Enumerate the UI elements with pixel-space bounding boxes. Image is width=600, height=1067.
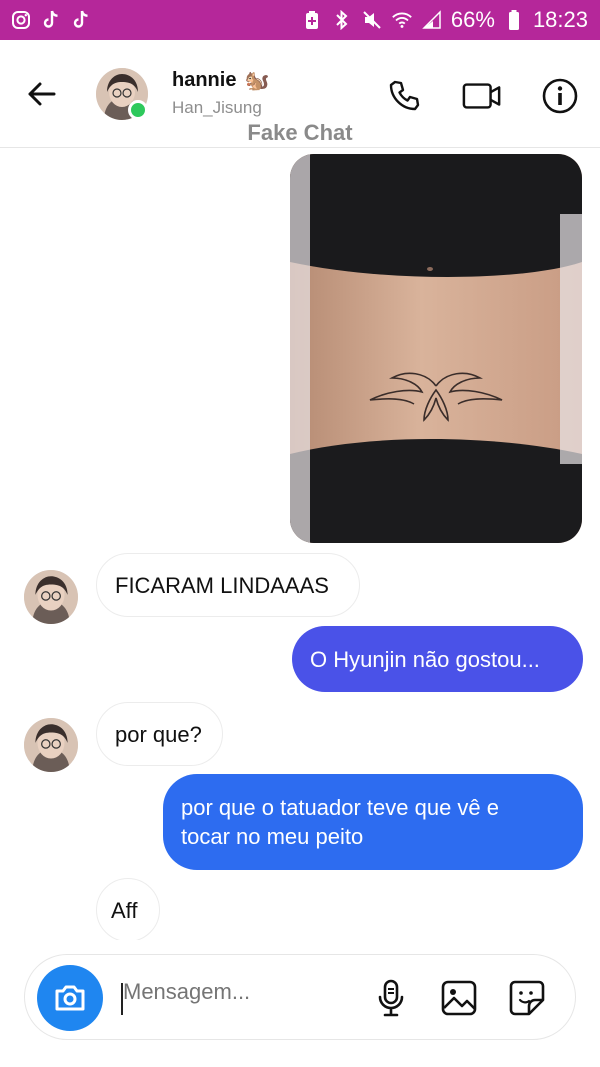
call-button[interactable]: [384, 76, 424, 116]
message-text: por que?: [115, 721, 202, 747]
sticker-button[interactable]: [507, 977, 547, 1019]
incoming-message[interactable]: Aff: [96, 878, 160, 940]
tattoo-photo: [290, 154, 582, 543]
online-indicator: [128, 100, 148, 120]
info-icon: [542, 78, 578, 114]
incoming-message[interactable]: FICARAM LINDAAAS: [96, 553, 360, 617]
sticker-icon: [509, 980, 545, 1016]
video-call-button[interactable]: [462, 76, 502, 116]
clock: 18:23: [532, 7, 588, 32]
contact-handle: Han_Jisung: [172, 98, 262, 117]
mute-icon: [361, 9, 383, 31]
incoming-message[interactable]: por que?: [96, 702, 223, 766]
instagram-icon: [10, 9, 32, 31]
squirrel-emoji: 🐿️: [244, 70, 270, 92]
message-text-line: por que o tatuador teve que vê e: [181, 795, 500, 820]
battery-percent: 66%: [450, 7, 495, 32]
camera-icon: [55, 985, 85, 1011]
chat-screen: 66% 18:23 hannie 🐿️ Han_Jisung Fake Chat: [0, 0, 600, 1067]
back-arrow-icon: [28, 82, 56, 106]
microphone-icon: [378, 979, 404, 1017]
chat-header: hannie 🐿️ Han_Jisung Fake Chat: [0, 40, 600, 148]
battery-saver-icon: [301, 9, 323, 31]
info-button[interactable]: [540, 76, 580, 116]
phone-icon: [389, 80, 420, 111]
image-message[interactable]: [290, 154, 582, 543]
gallery-button[interactable]: [439, 977, 479, 1019]
signal-icon: [421, 9, 443, 31]
outgoing-message[interactable]: por que o tatuador teve que vê e tocar n…: [163, 774, 583, 870]
tiktok-icon: [70, 9, 92, 31]
contact-name[interactable]: hannie: [172, 69, 236, 92]
message-input[interactable]: [123, 979, 353, 1005]
message-text-line: tocar no meu peito: [181, 824, 364, 849]
status-bar: 66% 18:23: [0, 0, 600, 40]
bluetooth-icon: [331, 9, 353, 31]
voice-button[interactable]: [371, 977, 411, 1019]
gallery-icon: [441, 980, 477, 1016]
message-clip: Aff: [0, 870, 600, 940]
video-camera-icon: [462, 83, 501, 109]
message-text: Aff: [111, 897, 138, 923]
watermark: Fake Chat: [247, 120, 353, 145]
tiktok-icon: [40, 9, 62, 31]
message-text: O Hyunjin não gostou...: [310, 646, 540, 672]
wifi-icon: [391, 9, 413, 31]
sender-avatar[interactable]: [24, 718, 78, 772]
battery-icon: [503, 9, 525, 31]
message-composer: [24, 954, 576, 1040]
outgoing-message[interactable]: O Hyunjin não gostou...: [292, 626, 583, 692]
camera-button[interactable]: [37, 965, 103, 1031]
sender-avatar[interactable]: [24, 570, 78, 624]
message-text: FICARAM LINDAAAS: [115, 572, 329, 598]
back-button[interactable]: [22, 78, 62, 110]
